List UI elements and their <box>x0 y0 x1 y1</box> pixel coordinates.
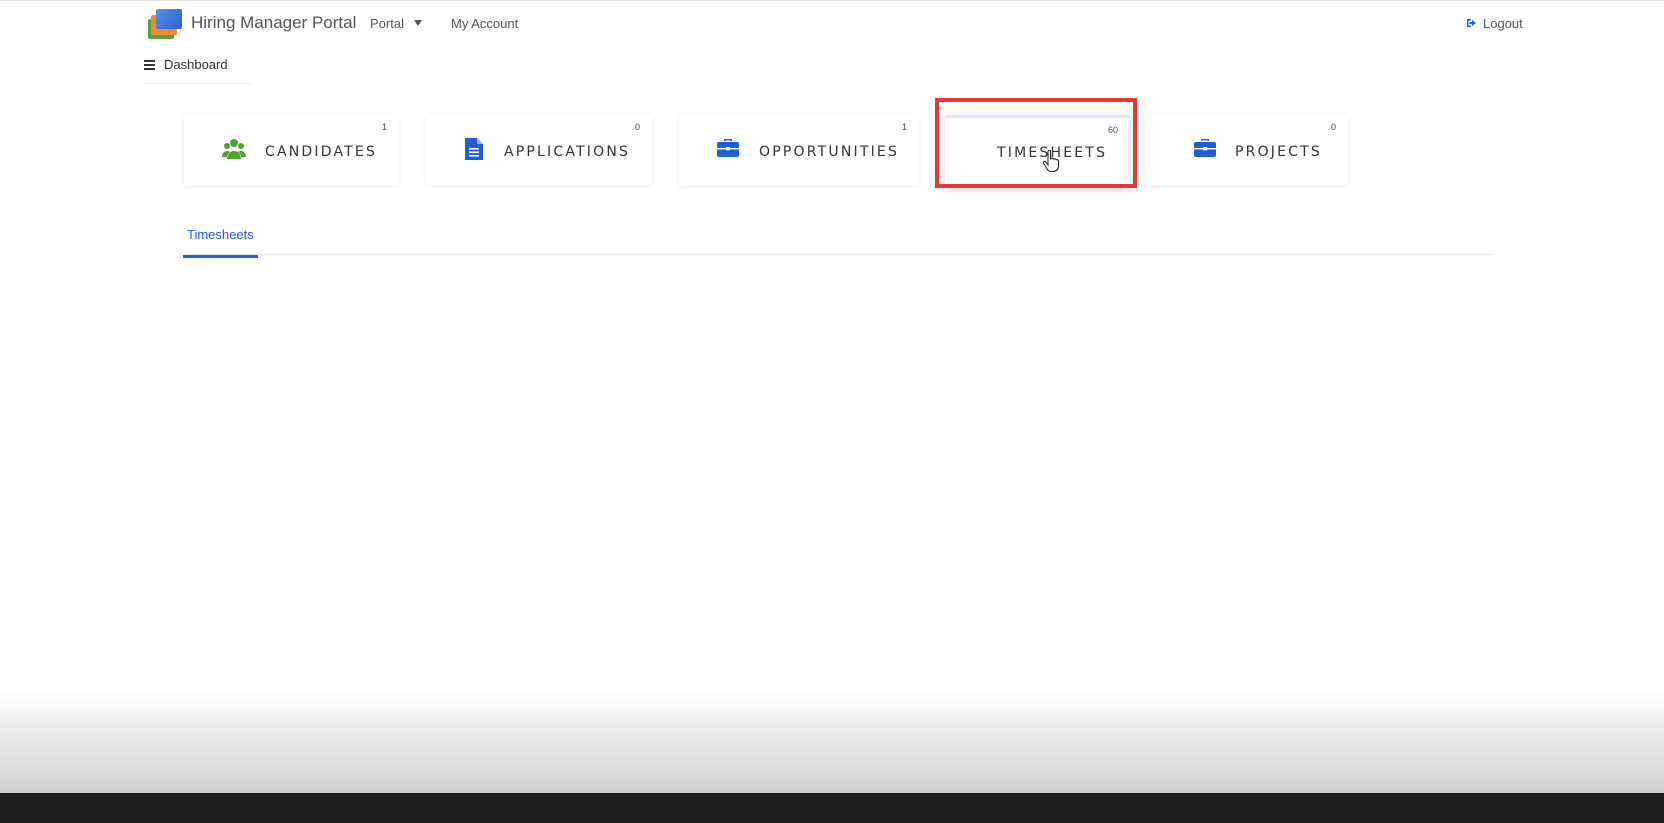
portal-menu-label: Portal <box>370 16 404 31</box>
card-candidates[interactable]: 1 CANDIDATES <box>184 115 399 185</box>
briefcase-icon <box>717 138 739 163</box>
card-label: OPPORTUNITIES <box>759 144 900 160</box>
highlight-box <box>935 98 1137 188</box>
dashboard-label: Dashboard <box>164 57 228 72</box>
my-account-link[interactable]: My Account <box>451 16 518 31</box>
card-label: PROJECTS <box>1235 144 1322 160</box>
portal-menu[interactable]: Portal <box>370 16 422 31</box>
logout-label: Logout <box>1483 16 1523 31</box>
document-icon <box>465 138 483 165</box>
brand-title[interactable]: Hiring Manager Portal <box>191 13 356 33</box>
card-count: 0 <box>1330 122 1336 132</box>
card-label: CANDIDATES <box>265 144 378 160</box>
card-opportunities[interactable]: 1 OPPORTUNITIES <box>679 115 919 185</box>
card-label: APPLICATIONS <box>504 144 631 160</box>
caret-down-icon <box>413 20 422 26</box>
card-projects[interactable]: 0 PROJECTS <box>1145 115 1348 185</box>
bottom-fade <box>0 690 1664 793</box>
dashboard-menu[interactable]: Dashboard <box>144 56 252 84</box>
hand-cursor-icon <box>1042 149 1059 177</box>
card-count: 0 <box>634 122 640 132</box>
logout-link[interactable]: Logout <box>1466 16 1523 31</box>
app-logo-icon[interactable] <box>148 9 184 39</box>
sign-out-icon <box>1466 17 1477 31</box>
briefcase-icon <box>1194 138 1216 163</box>
card-count: 1 <box>381 122 387 132</box>
top-navbar: Hiring Manager Portal Portal My Account … <box>0 0 1664 47</box>
tab-timesheets[interactable]: Timesheets <box>183 224 258 258</box>
users-icon <box>222 138 246 165</box>
card-count: 1 <box>901 122 907 132</box>
taskbar <box>0 793 1664 823</box>
hamburger-icon[interactable] <box>144 60 155 72</box>
tab-bar: Timesheets <box>183 224 1493 258</box>
card-applications[interactable]: 0 APPLICATIONS <box>426 115 652 185</box>
